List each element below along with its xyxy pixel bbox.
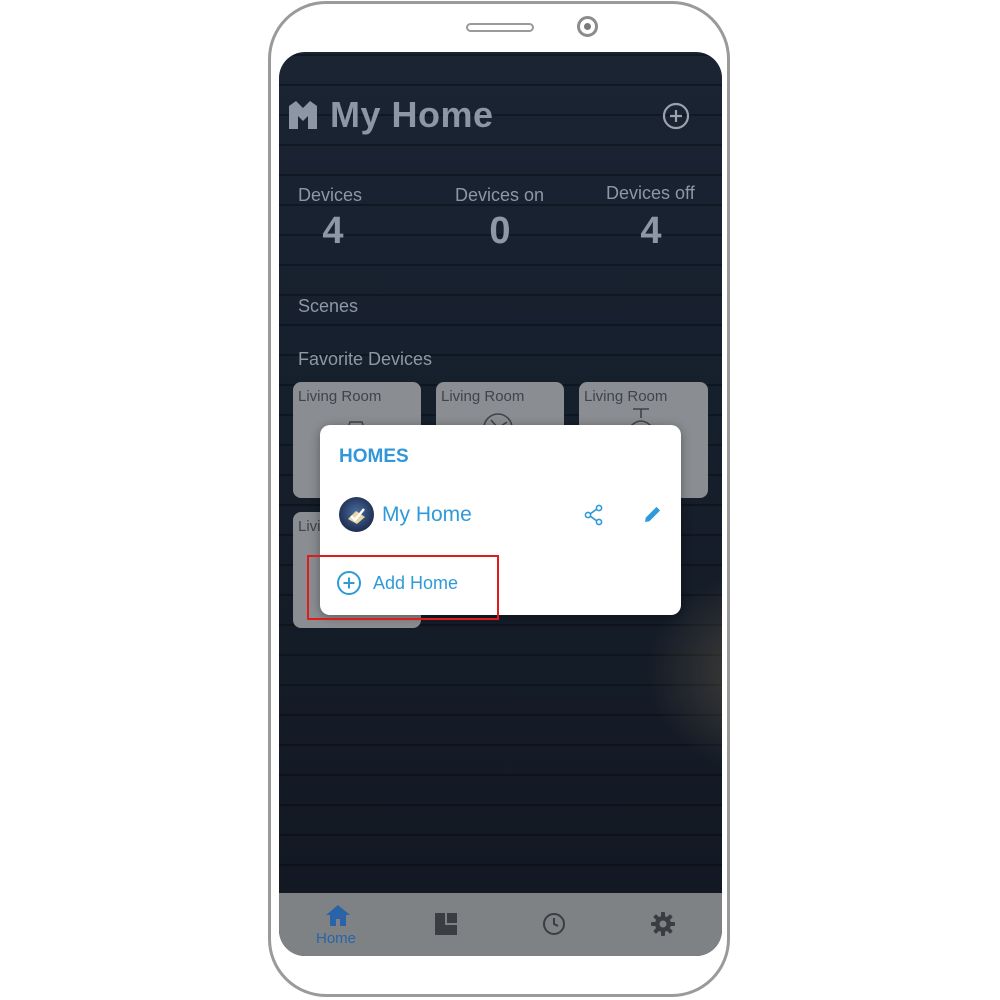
home-list-item-name[interactable]: My Home <box>382 503 472 527</box>
device-room-label: Living Room <box>298 388 382 405</box>
stat-devices-value: 4 <box>322 210 344 252</box>
device-room-label: Living Room <box>584 388 668 405</box>
nav-home-label[interactable]: Home <box>316 930 356 947</box>
highlight-box <box>307 555 499 620</box>
add-circle-icon[interactable] <box>661 101 691 131</box>
app-logo-icon <box>289 101 317 129</box>
home-icon[interactable] <box>325 903 351 927</box>
stat-devices-off-label: Devices off <box>606 183 695 203</box>
front-camera <box>577 16 598 37</box>
clock-icon[interactable] <box>542 912 566 936</box>
device-room-label: Living Room <box>441 388 525 405</box>
speaker-grille <box>466 23 534 32</box>
home-avatar[interactable] <box>339 497 374 532</box>
rooms-icon[interactable] <box>434 912 458 936</box>
homes-dialog-title: HOMES <box>339 446 409 467</box>
home-thumbnail-icon <box>348 508 365 524</box>
stat-devices-on-label: Devices on <box>455 185 545 205</box>
share-icon[interactable] <box>583 504 605 526</box>
favorite-devices-heading: Favorite Devices <box>298 349 433 369</box>
edit-pencil-icon[interactable] <box>643 504 663 524</box>
page-title: My Home <box>330 94 494 135</box>
stat-devices-off-value: 4 <box>640 210 662 252</box>
stat-devices-label: Devices <box>298 185 363 205</box>
device-room-label: Livi <box>298 518 321 535</box>
gear-icon[interactable] <box>651 912 675 936</box>
scenes-heading: Scenes <box>298 296 359 316</box>
stat-devices-on-value: 0 <box>489 210 511 252</box>
